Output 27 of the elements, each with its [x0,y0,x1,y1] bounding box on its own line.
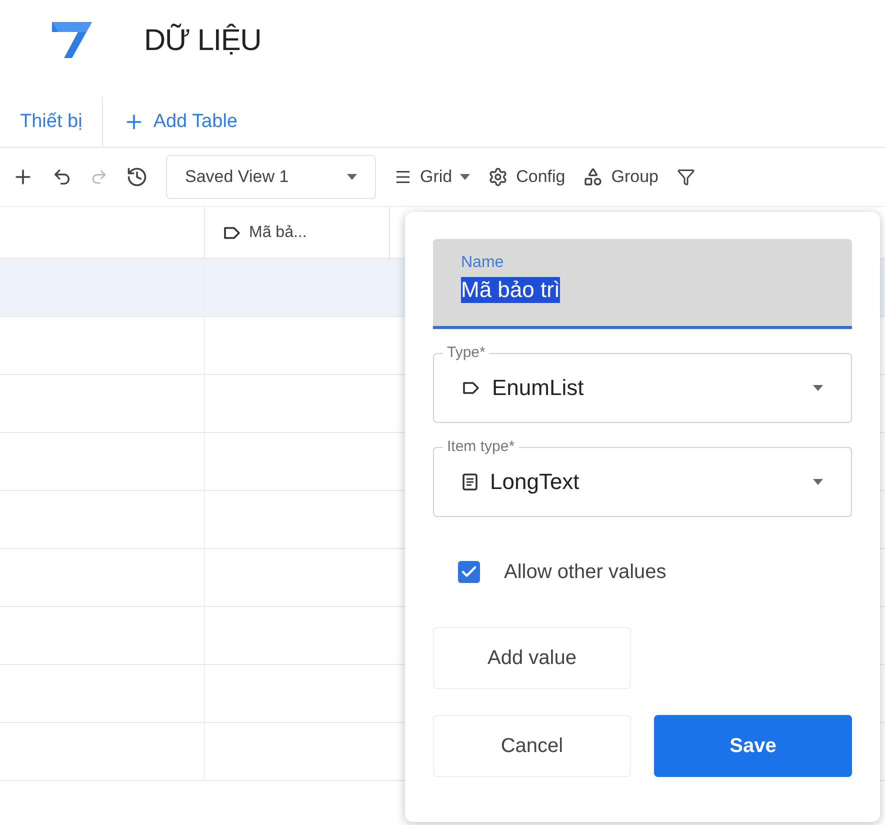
settings-icon [488,167,508,187]
tag-icon [223,226,241,240]
shapes-icon [583,167,604,187]
filter-icon[interactable] [676,168,695,186]
caret-icon [347,174,357,180]
caret-icon [813,479,823,485]
layout-button[interactable]: Grid [394,164,470,190]
caret-icon [813,385,823,391]
history-icon[interactable] [126,166,148,188]
column-header[interactable]: Mã bả... [205,207,390,258]
logo-icon [50,20,94,60]
cancel-button[interactable]: Cancel [433,715,631,777]
save-button[interactable]: Save [654,715,852,777]
page-title: DỮ LIỆU [144,22,262,58]
list-icon [394,168,412,186]
checkbox[interactable] [458,561,480,583]
add-value-button[interactable]: Add value [433,627,631,689]
tag-icon [462,381,480,395]
table-tab[interactable]: Add Table [103,97,258,147]
caret-icon [460,174,470,180]
group-button[interactable]: Group [583,164,659,190]
view-select[interactable]: Saved View 1 [166,155,376,199]
document-icon [462,473,478,491]
checkbox-label: Allow other values [504,560,666,585]
config-button[interactable]: Config [488,164,566,190]
undo-icon[interactable] [52,167,72,187]
name-field[interactable]: Name Mã bảo trì [433,239,852,329]
